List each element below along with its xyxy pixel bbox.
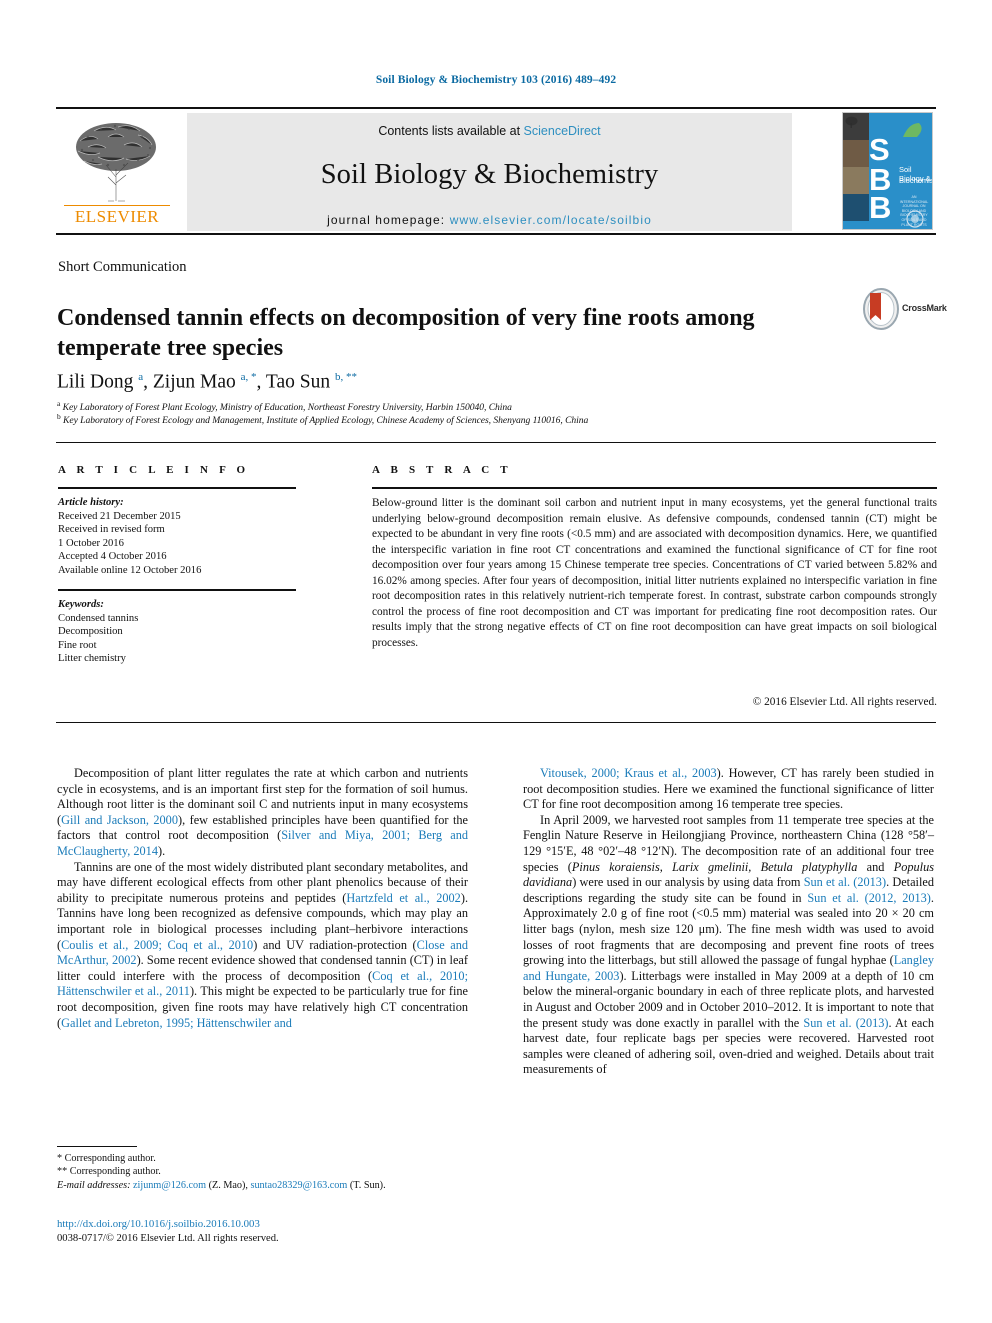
email-link-2[interactable]: suntao28329@163.com bbox=[251, 1180, 348, 1191]
cover-letter-b2: B bbox=[869, 190, 892, 225]
sciencedirect-link[interactable]: ScienceDirect bbox=[524, 124, 601, 138]
body-column-left: Decomposition of plant litter regulates … bbox=[57, 766, 468, 1031]
sciencedirect-banner: Contents lists available at ScienceDirec… bbox=[187, 113, 792, 231]
abstract-heading: A B S T R A C T bbox=[372, 464, 512, 476]
body-paragraph: Tannins are one of the most widely distr… bbox=[57, 860, 468, 1032]
elsevier-tree-icon bbox=[76, 123, 156, 202]
body-paragraph: Decomposition of plant litter regulates … bbox=[57, 766, 468, 860]
keywords-rule bbox=[58, 589, 296, 591]
history-item: Received 21 December 2015 bbox=[58, 510, 181, 522]
footnote-emails: E-mail addresses: zijunm@126.com (Z. Mao… bbox=[57, 1179, 386, 1191]
keyword-item: Condensed tannins bbox=[58, 612, 139, 624]
article-type-label: Short Communication bbox=[58, 259, 187, 275]
author-list: Lili Dong a, Zijun Mao a, *, Tao Sun b, … bbox=[57, 371, 357, 393]
journal-title: Soil Biology & Biochemistry bbox=[320, 159, 659, 190]
body-column-right: Vitousek, 2000; Kraus et al., 2003). How… bbox=[523, 766, 934, 1078]
journal-homepage-line: journal homepage: www.elsevier.com/locat… bbox=[187, 213, 792, 227]
keywords-block: Keywords: Condensed tannins Decomposition F… bbox=[58, 598, 308, 666]
abstract-text: Below-ground litter is the dominant soil… bbox=[372, 497, 937, 649]
crossmark-icon bbox=[863, 288, 899, 330]
abstract-rule bbox=[372, 487, 937, 489]
page-title: Condensed tannin effects on decompositio… bbox=[57, 305, 755, 362]
citation-link[interactable]: Hartzfeld et al., 2002 bbox=[346, 891, 460, 905]
journal-cover-thumbnail[interactable]: S B B Soil Biology & Biochemistry AN INT… bbox=[842, 112, 933, 230]
keyword-item: Litter chemistry bbox=[58, 653, 126, 665]
citation-link[interactable]: Gill and Jackson, 2000 bbox=[61, 813, 178, 827]
cover-letter-s: S bbox=[869, 132, 890, 167]
article-info-heading: A R T I C L E I N F O bbox=[58, 464, 250, 476]
cover-elsevier-mark-icon bbox=[845, 116, 858, 128]
elsevier-logo: ELSEVIER bbox=[64, 117, 170, 227]
history-label: Article history: bbox=[58, 497, 124, 508]
email-label: E-mail addresses: bbox=[57, 1179, 131, 1191]
footnote-corresponding-1: * Corresponding author. bbox=[57, 1153, 156, 1164]
citation-link[interactable]: Sun et al. (2013) bbox=[803, 1016, 888, 1030]
footnote-block: * Corresponding author. ** Corresponding… bbox=[57, 1152, 468, 1192]
email-owner-1: (Z. Mao) bbox=[208, 1179, 246, 1191]
issn-copyright-line: 0038-0717/© 2016 Elsevier Ltd. All right… bbox=[57, 1233, 279, 1244]
email-owner-2: (T. Sun) bbox=[349, 1179, 384, 1191]
elsevier-wordmark: ELSEVIER bbox=[64, 205, 170, 227]
keyword-item: Decomposition bbox=[58, 626, 123, 638]
info-rule bbox=[58, 487, 296, 489]
citation-link[interactable]: Gallet and Lebreton, 1995; Hättenschwile… bbox=[61, 1016, 292, 1030]
body-text: ) and UV radiation-protection ( bbox=[253, 937, 417, 952]
citation-link[interactable]: Vitousek, 2000; Kraus et al., 2003 bbox=[540, 766, 717, 780]
history-item: Received in revised form bbox=[58, 524, 165, 536]
keywords-label: Keywords: bbox=[58, 599, 104, 610]
citation-link[interactable]: Coulis et al., 2009; Coq et al., 2010 bbox=[61, 938, 253, 952]
body-text: ). bbox=[157, 843, 166, 858]
body-paragraph: In April 2009, we harvested root samples… bbox=[523, 813, 934, 1078]
body-text: and bbox=[857, 859, 894, 874]
crossmark-label: CrossMark bbox=[902, 303, 947, 313]
body-text: ) were used in our analysis by using dat… bbox=[572, 875, 804, 890]
doi-link[interactable]: http://dx.doi.org/10.1016/j.soilbio.2016… bbox=[57, 1218, 260, 1230]
species-name: Pinus koraiensis, Larix gmelinii, Betula… bbox=[571, 859, 858, 874]
band-rule-bottom bbox=[56, 722, 936, 723]
cover-seal-graphic bbox=[906, 210, 924, 228]
email-link-1[interactable]: zijunm@126.com bbox=[133, 1180, 206, 1191]
journal-article-page: Soil Biology & Biochemistry 103 (2016) 4… bbox=[0, 0, 992, 1323]
history-item: Available online 12 October 2016 bbox=[58, 564, 202, 576]
citation-link[interactable]: Sun et al. (2012, 2013) bbox=[807, 891, 931, 905]
contents-line: Contents lists available at ScienceDirec… bbox=[187, 124, 792, 138]
body-paragraph: Vitousek, 2000; Kraus et al., 2003). How… bbox=[523, 766, 934, 813]
homepage-url-link[interactable]: www.elsevier.com/locate/soilbio bbox=[450, 213, 652, 227]
journal-masthead: ELSEVIER Contents lists available at Sci… bbox=[56, 107, 936, 235]
article-history-block: Article history: Received 21 December 201… bbox=[58, 496, 308, 578]
crossmark-badge[interactable]: CrossMark bbox=[862, 288, 947, 332]
keyword-item: Fine root bbox=[58, 639, 97, 651]
affiliation-b: b Key Laboratory of Forest Ecology and M… bbox=[57, 412, 589, 427]
cover-leaf-graphic bbox=[903, 123, 922, 137]
band-rule-top bbox=[56, 442, 936, 443]
history-item: Accepted 4 October 2016 bbox=[58, 551, 167, 563]
history-item: 1 October 2016 bbox=[58, 537, 124, 549]
running-head: Soil Biology & Biochemistry 103 (2016) 4… bbox=[375, 74, 617, 86]
footnote-corresponding-2: ** Corresponding author. bbox=[57, 1166, 161, 1178]
contents-prefix: Contents lists available at bbox=[378, 124, 524, 138]
footnote-rule bbox=[57, 1146, 137, 1147]
citation-link[interactable]: Sun et al. (2013) bbox=[804, 875, 886, 889]
cover-caption-line2: Biochemistry bbox=[899, 176, 933, 185]
homepage-label: journal homepage: bbox=[327, 213, 450, 227]
abstract-copyright: © 2016 Elsevier Ltd. All rights reserved… bbox=[752, 696, 937, 708]
